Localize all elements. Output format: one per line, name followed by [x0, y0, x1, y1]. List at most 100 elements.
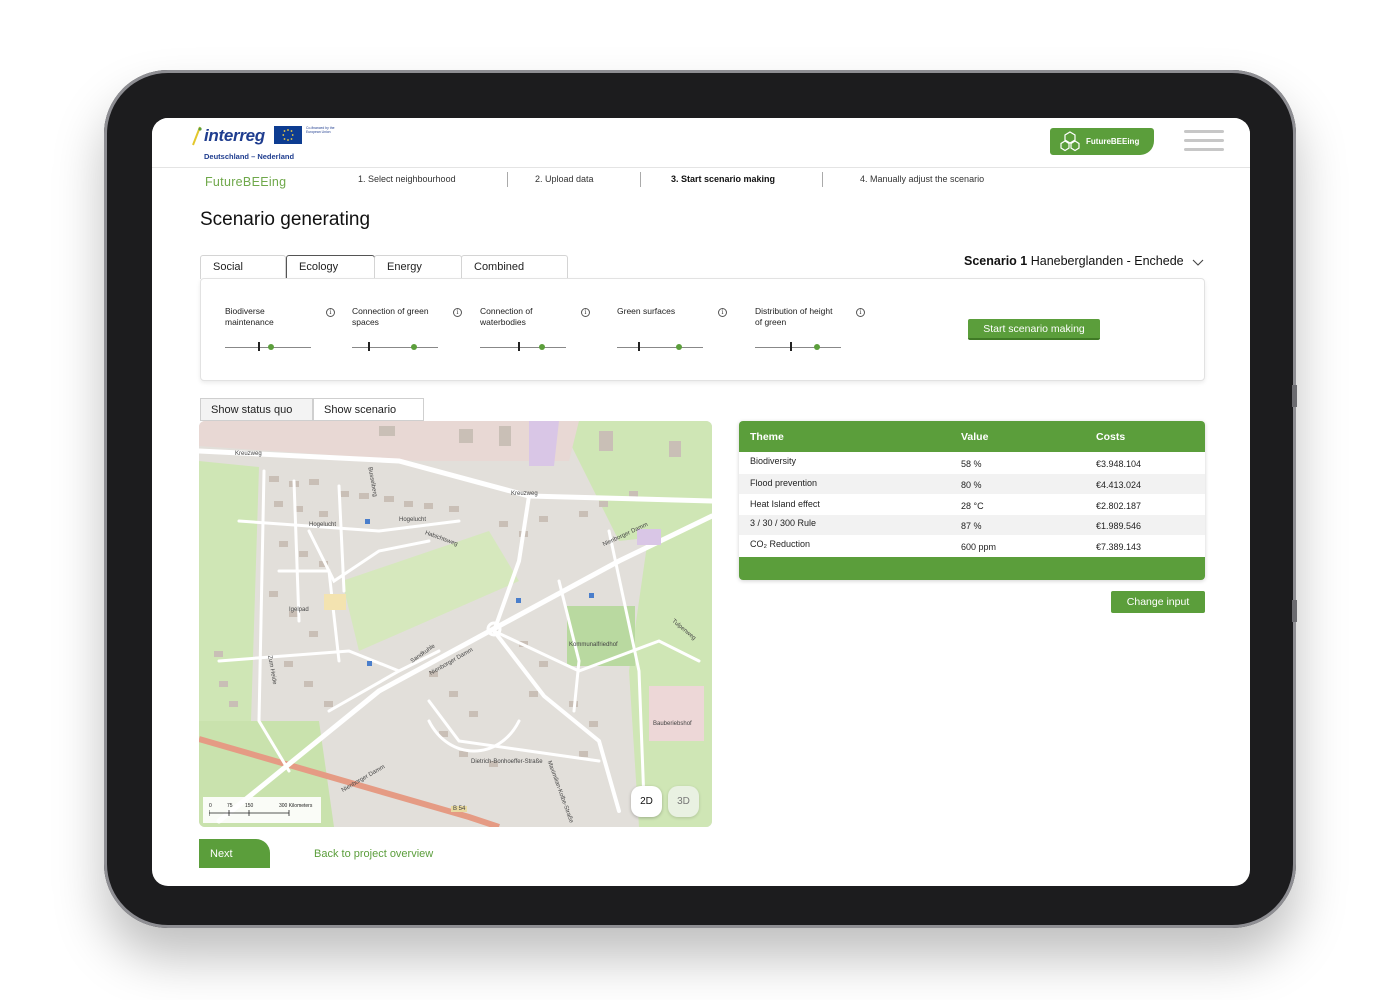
table-row: Biodiversity 58 % €3.948.104: [739, 453, 1205, 473]
back-to-project-overview-link[interactable]: Back to project overview: [314, 848, 433, 860]
table-row: CO₂ Reduction 600 ppm €7.389.143: [739, 536, 1205, 556]
view-3d-button[interactable]: 3D: [668, 786, 699, 817]
brand-name: FutureBEEing: [205, 175, 287, 189]
scale-tick: 300 Kilometers: [279, 803, 313, 809]
beehive-hex-icon: [1060, 131, 1080, 152]
slider-track[interactable]: [617, 347, 703, 348]
scale-tick: 0: [209, 803, 212, 809]
step-upload-data[interactable]: 2. Upload data: [535, 174, 594, 184]
slider-label: Distribution of height of green: [755, 306, 833, 327]
futurebeeing-badge[interactable]: FutureBEEing: [1050, 128, 1154, 155]
slider-distribution-height-green[interactable]: Distribution of height of green i: [755, 306, 865, 366]
neighbourhood-map[interactable]: Kreuzweg Hogelucht Hogelucht Busselberg …: [199, 421, 712, 827]
cell-theme: 3 / 30 / 300 Rule: [750, 518, 817, 528]
cell-costs: €2.802.187: [1096, 501, 1142, 511]
map-street-label: Kreuzweg: [235, 451, 262, 457]
slider-connection-waterbodies[interactable]: Connection of waterbodies i: [480, 306, 590, 366]
slider-track[interactable]: [755, 347, 841, 348]
slider-label: Connection of green spaces: [352, 306, 429, 327]
info-icon[interactable]: i: [718, 308, 727, 317]
change-input-button[interactable]: Change input: [1111, 591, 1205, 613]
slider-thumb[interactable]: [267, 344, 274, 350]
app-header: interreg Co-financed by the European Uni…: [152, 118, 1250, 168]
slider-baseline-mark: [517, 342, 520, 351]
map-street-label: Hogelucht: [309, 522, 337, 528]
step-divider: [507, 172, 508, 187]
info-icon[interactable]: i: [326, 308, 335, 317]
start-scenario-button[interactable]: Start scenario making: [968, 319, 1100, 340]
step-select-neighbourhood[interactable]: 1. Select neighbourhood: [358, 174, 456, 184]
slider-green-surfaces[interactable]: Green surfaces i: [617, 306, 727, 366]
page-title: Scenario generating: [200, 209, 371, 230]
info-icon[interactable]: i: [856, 308, 865, 317]
scale-tick: 75: [227, 803, 233, 809]
info-icon[interactable]: i: [581, 308, 590, 317]
show-scenario-button[interactable]: Show scenario: [313, 398, 424, 421]
scale-ruler: [209, 810, 290, 816]
table-row: Heat Island effect 28 °C €2.802.187: [739, 495, 1205, 515]
slider-baseline-mark: [368, 342, 371, 351]
map-road-number: B 54: [451, 806, 468, 812]
cell-theme: Flood prevention: [750, 478, 818, 488]
interreg-logo[interactable]: interreg Co-financed by the European Uni…: [188, 122, 348, 166]
column-header-value: Value: [961, 431, 989, 443]
slider-label: Green surfaces: [617, 306, 676, 316]
interreg-swoosh-icon: [192, 126, 202, 146]
slider-thumb[interactable]: [410, 344, 417, 350]
tab-energy[interactable]: Energy: [374, 255, 462, 279]
view-2d-button[interactable]: 2D: [631, 786, 662, 817]
logo-subtitle: Deutschland – Nederland: [204, 152, 295, 161]
slider-label: Connection of waterbodies: [480, 306, 533, 327]
slider-thumb[interactable]: [675, 344, 682, 350]
slider-track[interactable]: [480, 347, 566, 348]
show-status-quo-button[interactable]: Show status quo: [200, 398, 313, 421]
slider-baseline-mark: [258, 342, 261, 351]
slider-biodiverse-maintenance[interactable]: Biodiverse maintenance i: [225, 306, 335, 366]
slider-track[interactable]: [352, 347, 438, 348]
slider-baseline-mark: [790, 342, 793, 351]
cell-costs: €4.413.024: [1096, 480, 1142, 490]
info-icon[interactable]: i: [453, 308, 462, 317]
cell-costs: €3.948.104: [1096, 459, 1142, 469]
cell-value: 28 °C: [961, 501, 984, 511]
slider-label: Biodiverse maintenance: [225, 306, 274, 327]
tab-social[interactable]: Social: [200, 255, 286, 279]
table-header: Theme Value Costs: [739, 421, 1205, 452]
slider-thumb[interactable]: [813, 344, 820, 350]
step-divider: [640, 172, 641, 187]
table-footer: [739, 557, 1205, 580]
map-scale-bar: 0 75 150 300 Kilometers: [203, 797, 321, 823]
next-button[interactable]: Next: [199, 839, 270, 868]
cell-costs: €1.989.546: [1096, 521, 1142, 531]
tablet-screen: interreg Co-financed by the European Uni…: [152, 118, 1250, 886]
results-table: Theme Value Costs Biodiversity 58 % €3.9…: [739, 421, 1205, 580]
step-start-scenario-making[interactable]: 3. Start scenario making: [671, 174, 775, 184]
side-button: [1292, 600, 1297, 622]
tab-ecology[interactable]: Ecology: [286, 255, 375, 279]
brand-badge-label: FutureBEEing: [1086, 137, 1140, 146]
eu-cofinanced-text: Co-financed by the European Union: [306, 126, 335, 135]
table-row: 3 / 30 / 300 Rule 87 % €1.989.546: [739, 515, 1205, 535]
cell-value: 600 ppm: [961, 542, 997, 552]
table-row: Flood prevention 80 % €4.413.024: [739, 474, 1205, 494]
step-manually-adjust[interactable]: 4. Manually adjust the scenario: [860, 174, 984, 184]
scale-tick: 150: [245, 803, 254, 809]
map-street-label: Igelpad: [289, 607, 309, 613]
chevron-down-icon[interactable]: [1192, 259, 1204, 267]
eu-flag-icon: [274, 126, 302, 144]
cell-theme: CO₂ Reduction: [750, 539, 811, 549]
cell-costs: €7.389.143: [1096, 542, 1142, 552]
scenario-selector[interactable]: Scenario 1 Haneberglanden - Enchede: [964, 254, 1184, 268]
slider-baseline-mark: [638, 342, 641, 351]
tab-combined[interactable]: Combined: [461, 255, 568, 279]
slider-connection-green-spaces[interactable]: Connection of green spaces i: [352, 306, 462, 366]
cell-value: 87 %: [961, 521, 982, 531]
cell-theme: Biodiversity: [750, 456, 797, 466]
map-place-label: Kommunalfriedhof: [569, 642, 618, 648]
menu-icon[interactable]: [1184, 130, 1224, 156]
slider-thumb[interactable]: [538, 344, 545, 350]
map-street-label: Kreuzweg: [511, 491, 538, 497]
side-button: [1292, 385, 1297, 407]
map-place-label: Bauberiebshof: [653, 721, 692, 727]
step-divider: [822, 172, 823, 187]
